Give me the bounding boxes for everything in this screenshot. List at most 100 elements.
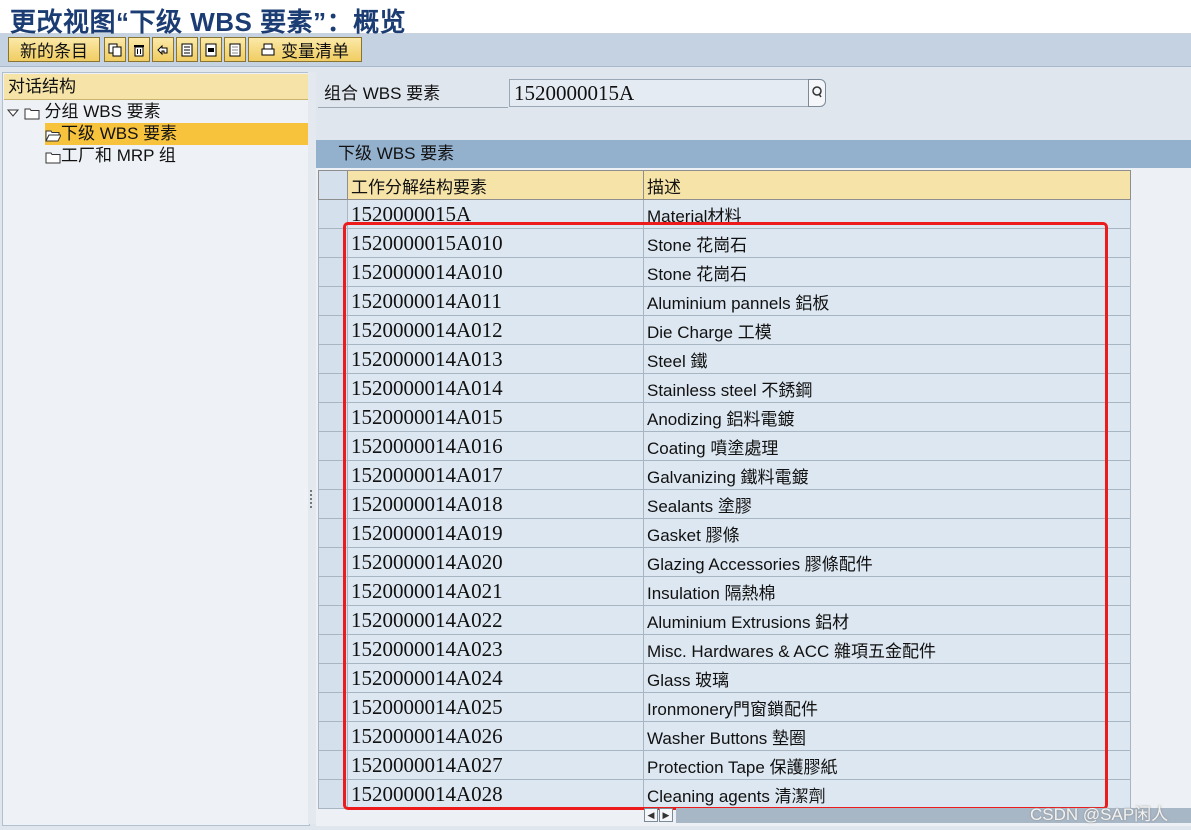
description-cell[interactable]: Ironmonery門窗鎖配件 [643,692,1131,722]
wbs-element-cell[interactable]: 1520000014A012 [347,315,644,345]
wbs-element-cell[interactable]: 1520000014A017 [347,460,644,490]
wbs-element-cell[interactable]: 1520000014A021 [347,576,644,606]
table-row[interactable]: 1520000014A013 Steel 鐵 [318,344,1131,374]
wbs-element-cell[interactable]: 1520000014A027 [347,750,644,780]
wbs-element-cell[interactable]: 1520000014A010 [347,257,644,287]
row-selector[interactable] [318,402,348,432]
select-all-button[interactable] [176,37,198,62]
row-selector[interactable] [318,692,348,722]
description-cell[interactable]: Stainless steel 不銹鋼 [643,373,1131,403]
table-row[interactable]: 1520000014A020 Glazing Accessories 膠條配件 [318,547,1131,577]
table-row[interactable]: 1520000014A023 Misc. Hardwares & ACC 雜項五金… [318,634,1131,664]
wbs-element-cell[interactable]: 1520000014A013 [347,344,644,374]
variable-list-button[interactable]: 变量清单 [248,37,362,62]
wbs-element-cell[interactable]: 1520000014A019 [347,518,644,548]
tree-node-group-wbs[interactable]: 分组 WBS 要素 [6,101,161,123]
wbs-element-cell[interactable]: 1520000014A016 [347,431,644,461]
table-row[interactable]: 1520000014A028 Cleaning agents 清潔劑 [318,779,1131,809]
table-row[interactable]: 1520000014A022 Aluminium Extrusions 鋁材 [318,605,1131,635]
description-cell[interactable]: Aluminium pannels 鋁板 [643,286,1131,316]
wbs-element-cell[interactable]: 1520000014A018 [347,489,644,519]
table-row[interactable]: 1520000014A026 Washer Buttons 墊圈 [318,721,1131,751]
row-selector[interactable] [318,489,348,519]
row-selector[interactable] [318,286,348,316]
new-entries-button[interactable]: 新的条目 [8,37,100,62]
column-header-description[interactable]: 描述 [643,170,1131,200]
row-selector[interactable] [318,315,348,345]
description-cell[interactable]: Glass 玻璃 [643,663,1131,693]
description-cell[interactable]: Washer Buttons 墊圈 [643,721,1131,751]
table-row[interactable]: 1520000015A010 Stone 花崗石 [318,228,1131,258]
wbs-element-cell[interactable]: 1520000014A022 [347,605,644,635]
description-cell[interactable]: Galvanizing 鐵料電鍍 [643,460,1131,490]
table-row[interactable]: 1520000014A017 Galvanizing 鐵料電鍍 [318,460,1131,490]
description-cell[interactable]: Sealants 塗膠 [643,489,1131,519]
table-row[interactable]: 1520000014A010 Stone 花崗石 [318,257,1131,287]
table-row[interactable]: 1520000014A018 Sealants 塗膠 [318,489,1131,519]
scroll-left-button[interactable]: ◀ [644,808,658,822]
undo-change-button[interactable] [152,37,174,62]
row-selector[interactable] [318,518,348,548]
wbs-element-cell[interactable]: 1520000014A024 [347,663,644,693]
wbs-element-cell[interactable]: 1520000014A014 [347,373,644,403]
table-row[interactable]: 1520000014A012 Die Charge 工模 [318,315,1131,345]
row-selector[interactable] [318,344,348,374]
description-cell[interactable]: Anodizing 鋁料電鍍 [643,402,1131,432]
description-cell[interactable]: Stone 花崗石 [643,228,1131,258]
description-cell[interactable]: Coating 噴塗處理 [643,431,1131,461]
expand-triangle-icon[interactable] [6,107,20,119]
select-all-cell[interactable] [318,170,348,200]
description-cell[interactable]: Protection Tape 保護膠紙 [643,750,1131,780]
table-row[interactable]: 1520000014A025 Ironmonery門窗鎖配件 [318,692,1131,722]
description-cell[interactable]: Stone 花崗石 [643,257,1131,287]
wbs-element-cell[interactable]: 1520000015A [347,199,644,229]
table-row[interactable]: 1520000014A021 Insulation 隔熱棉 [318,576,1131,606]
table-row[interactable]: 1520000014A024 Glass 玻璃 [318,663,1131,693]
row-selector[interactable] [318,547,348,577]
row-selector[interactable] [318,721,348,751]
splitter-grip[interactable] [310,490,315,508]
table-row[interactable]: 1520000015A Material材料 [318,199,1131,229]
table-row[interactable]: 1520000014A019 Gasket 膠條 [318,518,1131,548]
row-selector[interactable] [318,750,348,780]
panel-splitter[interactable] [308,72,316,824]
column-header-wbs[interactable]: 工作分解结构要素 [347,170,644,200]
row-selector[interactable] [318,605,348,635]
table-row[interactable]: 1520000014A015 Anodizing 鋁料電鍍 [318,402,1131,432]
wbs-element-cell[interactable]: 1520000015A010 [347,228,644,258]
copy-button[interactable] [104,37,126,62]
wbs-element-cell[interactable]: 1520000014A026 [347,721,644,751]
scroll-right-button[interactable]: ▶ [659,808,673,822]
description-cell[interactable]: Insulation 隔熱棉 [643,576,1131,606]
description-cell[interactable]: Gasket 膠條 [643,518,1131,548]
wbs-element-cell[interactable]: 1520000014A020 [347,547,644,577]
delete-button[interactable] [128,37,150,62]
row-selector[interactable] [318,431,348,461]
description-cell[interactable]: Glazing Accessories 膠條配件 [643,547,1131,577]
table-row[interactable]: 1520000014A011 Aluminium pannels 鋁板 [318,286,1131,316]
description-cell[interactable]: Aluminium Extrusions 鋁材 [643,605,1131,635]
row-selector[interactable] [318,634,348,664]
table-row[interactable]: 1520000014A027 Protection Tape 保護膠紙 [318,750,1131,780]
table-row[interactable]: 1520000014A014 Stainless steel 不銹鋼 [318,373,1131,403]
wbs-element-cell[interactable]: 1520000014A011 [347,286,644,316]
description-cell[interactable]: Misc. Hardwares & ACC 雜項五金配件 [643,634,1131,664]
description-cell[interactable]: Steel 鐵 [643,344,1131,374]
tree-node-sub-wbs[interactable]: 下级 WBS 要素 [45,123,308,145]
table-row[interactable]: 1520000014A016 Coating 噴塗處理 [318,431,1131,461]
row-selector[interactable] [318,228,348,258]
value-help-button[interactable] [808,79,826,107]
key-field-input[interactable]: 1520000015A [509,79,809,107]
deselect-all-button[interactable] [224,37,246,62]
row-selector[interactable] [318,373,348,403]
row-selector[interactable] [318,199,348,229]
row-selector[interactable] [318,663,348,693]
wbs-element-cell[interactable]: 1520000014A028 [347,779,644,809]
select-block-button[interactable] [200,37,222,62]
wbs-element-cell[interactable]: 1520000014A023 [347,634,644,664]
tree-node-plant-mrp[interactable]: 工厂和 MRP 组 [45,145,176,167]
wbs-element-cell[interactable]: 1520000014A025 [347,692,644,722]
row-selector[interactable] [318,257,348,287]
row-selector[interactable] [318,779,348,809]
row-selector[interactable] [318,460,348,490]
